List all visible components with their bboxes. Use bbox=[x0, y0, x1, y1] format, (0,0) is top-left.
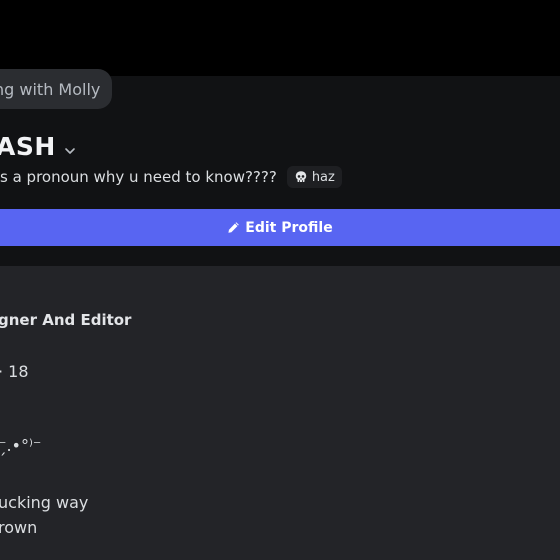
edit-profile-button[interactable]: Edit Profile bbox=[0, 209, 560, 246]
chevron-down-icon[interactable] bbox=[64, 142, 76, 154]
server-tag-chip[interactable]: haz bbox=[286, 166, 342, 188]
display-name-row[interactable]: ASH bbox=[0, 128, 76, 164]
activity-status-text: ng with Molly bbox=[0, 79, 101, 99]
bio-role-line: gner And Editor bbox=[0, 311, 132, 329]
top-background bbox=[0, 0, 560, 76]
pronouns-text: s a pronoun why u need to know???? bbox=[0, 168, 277, 186]
bio-decoration-line: ⁻̗.•°⁾⁻ bbox=[0, 436, 42, 455]
pronouns-row: s a pronoun why u need to know???? haz bbox=[0, 164, 342, 190]
bio-text-line: ucking way bbox=[0, 493, 89, 512]
bio-age-line: · 18 bbox=[0, 362, 29, 381]
activity-status-bubble[interactable]: ng with Molly bbox=[0, 69, 113, 109]
server-tag-label: haz bbox=[311, 169, 335, 185]
bio-text-line: rown bbox=[0, 518, 38, 537]
skull-icon bbox=[294, 170, 308, 184]
pencil-icon bbox=[227, 221, 240, 234]
display-name: ASH bbox=[0, 131, 56, 161]
edit-profile-label: Edit Profile bbox=[245, 219, 333, 236]
